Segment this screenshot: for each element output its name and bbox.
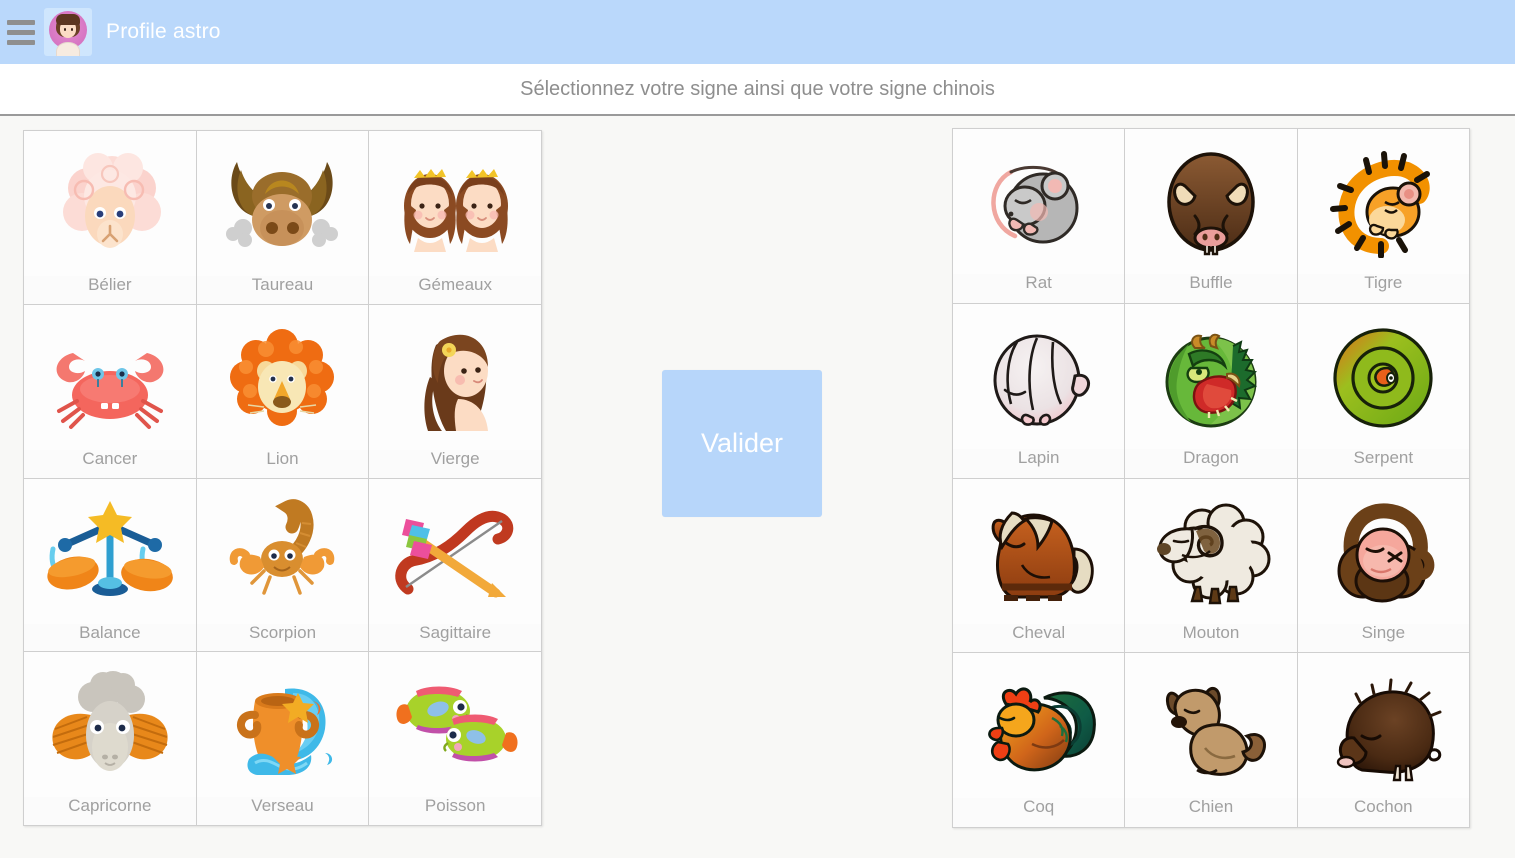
zodiac-label: Verseau bbox=[196, 797, 369, 825]
user-avatar[interactable] bbox=[44, 8, 92, 56]
chinese-label: Chien bbox=[1125, 798, 1297, 827]
zodiac-cell-verseau[interactable]: Verseau bbox=[196, 652, 370, 826]
zodiac-label: Bélier bbox=[24, 275, 196, 304]
zodiac-label: Capricorne bbox=[24, 797, 196, 825]
page-title: Profile astro bbox=[106, 20, 221, 43]
zodiac-label: Lion bbox=[196, 449, 369, 478]
chinese-cell-singe[interactable]: Singe bbox=[1297, 478, 1470, 654]
avatar-bangs bbox=[56, 14, 80, 25]
chinese-cell-cheval[interactable]: Cheval bbox=[953, 478, 1126, 654]
hamburger-bar-2 bbox=[7, 29, 35, 35]
zodiac-cell-sagittaire[interactable]: Sagittaire bbox=[369, 478, 542, 653]
zodiac-cell-gemeaux[interactable]: Gémeaux bbox=[369, 131, 542, 305]
zodiac-cell-capricorne[interactable]: Capricorne bbox=[24, 652, 197, 826]
avatar-eye-right bbox=[71, 28, 73, 31]
zodiac-label: Taureau bbox=[196, 275, 369, 304]
zodiac-label: Sagittaire bbox=[369, 623, 541, 652]
scales-icon bbox=[24, 479, 196, 624]
rooster-icon bbox=[953, 653, 1124, 798]
horse-icon bbox=[953, 479, 1124, 624]
chinese-label: Cheval bbox=[953, 623, 1125, 653]
zodiac-cell-scorpion[interactable]: Scorpion bbox=[196, 478, 370, 653]
zodiac-cell-poisson[interactable]: Poisson bbox=[369, 652, 542, 826]
zodiac-label: Vierge bbox=[369, 449, 541, 478]
rat-icon bbox=[953, 129, 1124, 274]
lion-icon bbox=[197, 305, 369, 450]
pig-icon bbox=[1298, 653, 1469, 798]
chinese-label: Rat bbox=[953, 273, 1125, 303]
zodiac-cell-lion[interactable]: Lion bbox=[196, 304, 370, 479]
zodiac-label: Cancer bbox=[24, 449, 196, 478]
chinese-label: Mouton bbox=[1125, 623, 1297, 653]
validate-button-label: Valider bbox=[700, 428, 784, 458]
twin-girls-icon bbox=[369, 131, 541, 276]
chinese-cell-mouton[interactable]: Mouton bbox=[1125, 478, 1298, 654]
snake-icon bbox=[1298, 304, 1469, 449]
chinese-cell-tigre[interactable]: Tigre bbox=[1297, 129, 1470, 304]
zodiac-label: Balance bbox=[24, 623, 196, 652]
hamburger-bar-3 bbox=[7, 39, 35, 45]
chinese-cell-buffle[interactable]: Buffle bbox=[1125, 129, 1298, 304]
monkey-icon bbox=[1298, 479, 1469, 624]
chinese-cell-cochon[interactable]: Cochon bbox=[1297, 653, 1470, 828]
chinese-label: Tigre bbox=[1297, 273, 1469, 303]
content-area: Bélier Taureau Gémeaux Cancer Lion Vierg… bbox=[0, 116, 1515, 858]
chinese-label: Dragon bbox=[1125, 448, 1297, 478]
zodiac-cell-balance[interactable]: Balance bbox=[24, 478, 197, 653]
app-root: Profile astro Sélectionnez votre signe a… bbox=[0, 0, 1515, 858]
sheep-icon bbox=[1125, 479, 1296, 624]
crab-icon bbox=[24, 305, 196, 450]
chinese-label: Coq bbox=[953, 798, 1125, 827]
chinese-label: Buffle bbox=[1125, 273, 1297, 303]
tiger-icon bbox=[1298, 129, 1469, 274]
chinese-label: Singe bbox=[1297, 623, 1469, 653]
avatar-eye-left bbox=[64, 28, 66, 31]
avatar-body bbox=[56, 42, 80, 56]
zodiac-cell-taureau[interactable]: Taureau bbox=[196, 131, 370, 305]
hamburger-bar-1 bbox=[7, 19, 35, 25]
zodiac-label: Scorpion bbox=[196, 623, 369, 652]
scorpion-icon bbox=[197, 479, 369, 624]
chinese-label: Cochon bbox=[1297, 798, 1469, 827]
western-zodiac-grid: Bélier Taureau Gémeaux Cancer Lion Vierg… bbox=[23, 130, 542, 826]
zodiac-label: Gémeaux bbox=[369, 275, 541, 304]
bow-arrow-icon bbox=[369, 479, 541, 624]
chinese-cell-rat[interactable]: Rat bbox=[953, 129, 1126, 304]
chinese-zodiac-grid: Rat Buffle Tigre Lapin Dragon Serpent Ch… bbox=[952, 128, 1470, 828]
zodiac-cell-belier[interactable]: Bélier bbox=[24, 131, 197, 305]
chinese-cell-dragon[interactable]: Dragon bbox=[1125, 303, 1298, 479]
zodiac-cell-cancer[interactable]: Cancer bbox=[24, 304, 197, 479]
instruction-text: Sélectionnez votre signe ainsi que votre… bbox=[520, 78, 995, 100]
chinese-cell-serpent[interactable]: Serpent bbox=[1297, 303, 1470, 479]
rabbit-icon bbox=[953, 304, 1124, 449]
buffalo-icon bbox=[1125, 129, 1296, 274]
dragon-icon bbox=[1125, 304, 1296, 449]
chinese-cell-lapin[interactable]: Lapin bbox=[953, 303, 1126, 479]
validate-button[interactable]: Valider bbox=[662, 370, 822, 517]
chinese-label: Lapin bbox=[953, 448, 1125, 478]
maiden-icon bbox=[369, 305, 541, 450]
goat-icon bbox=[24, 652, 196, 797]
zodiac-cell-vierge[interactable]: Vierge bbox=[369, 304, 542, 479]
sheep-ram-icon bbox=[24, 131, 196, 276]
subtitle-bar: Sélectionnez votre signe ainsi que votre… bbox=[0, 64, 1515, 115]
two-fish-icon bbox=[369, 652, 541, 797]
water-jug-icon bbox=[197, 652, 369, 797]
chinese-cell-chien[interactable]: Chien bbox=[1125, 653, 1298, 828]
bull-icon bbox=[197, 131, 369, 276]
chinese-label: Serpent bbox=[1297, 448, 1469, 478]
hamburger-menu-icon[interactable] bbox=[0, 0, 40, 64]
dog-icon bbox=[1125, 653, 1296, 798]
app-header: Profile astro bbox=[0, 0, 1515, 64]
chinese-cell-coq[interactable]: Coq bbox=[953, 653, 1126, 828]
zodiac-label: Poisson bbox=[369, 797, 541, 825]
